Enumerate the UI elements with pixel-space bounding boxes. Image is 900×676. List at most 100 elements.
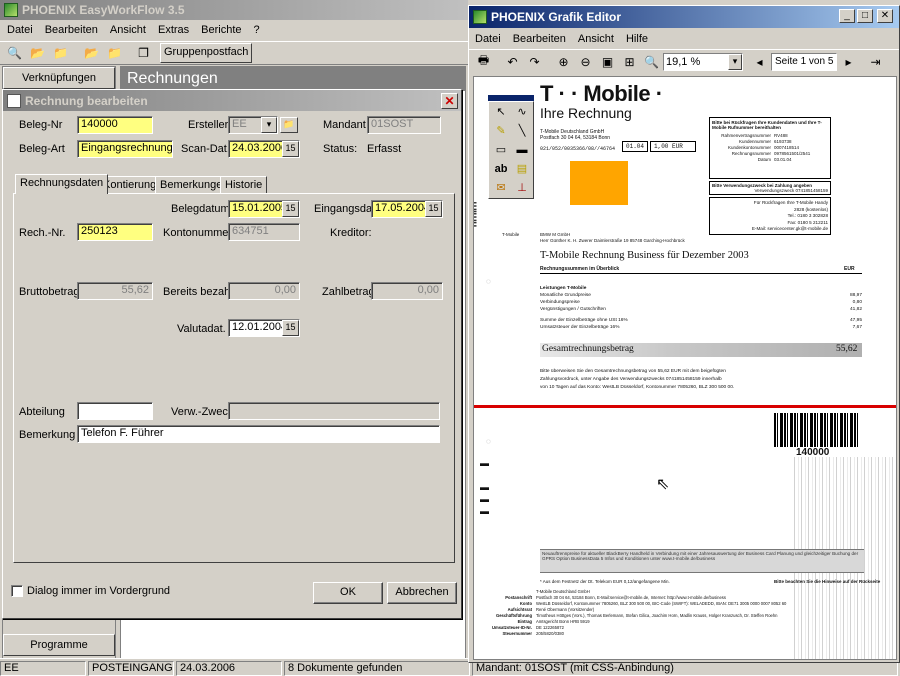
invoice-line-amount: 41,82 <box>849 307 862 312</box>
zoom-select-icon[interactable]: 🔍 <box>641 52 662 71</box>
document-canvas[interactable]: ↖ ∿ ✎ ╲ ▭ ▬ ab ▤ ✉ ⊥ T · · Mobile · Ihre… <box>473 76 897 660</box>
next-page-icon[interactable]: ▸ <box>838 52 859 71</box>
brutto-field[interactable]: 55,62 <box>77 282 153 300</box>
zoom-select[interactable]: 19,1 % ▾ <box>663 52 743 71</box>
abteilung-label: Abteilung <box>19 406 65 418</box>
main-titlebar[interactable]: PHOENIX EasyWorkFlow 3.5 <box>0 0 468 20</box>
recipient-label: T-Mobile <box>502 232 520 237</box>
page-indicator[interactable]: Seite 1 von 5 <box>771 52 837 71</box>
pointer-tool-icon[interactable]: ↖ <box>491 104 511 122</box>
sidebar-header-verknuepfungen[interactable]: Verknüpfungen <box>3 67 115 89</box>
menu-help[interactable]: ? <box>248 24 266 36</box>
minimize-icon[interactable]: _ <box>839 9 855 23</box>
dialog-titlebar[interactable]: Rechnung bearbeiten <box>3 90 461 111</box>
redo-icon[interactable]: ↷ <box>524 52 545 71</box>
open-folder-icon[interactable]: 📂 <box>27 44 48 63</box>
eingangsdat-label: Eingangsdat. <box>314 203 379 215</box>
fit-width-icon[interactable]: ⊞ <box>619 52 640 71</box>
undo-icon[interactable]: ↶ <box>502 52 523 71</box>
menu-berichte[interactable]: Berichte <box>195 24 247 36</box>
exit-editor-icon[interactable]: ⇥ <box>865 52 886 71</box>
note-tool-icon[interactable]: ▤ <box>512 161 532 179</box>
invoice-sender-address: Postfach 30 04 64, 53184 Bonn <box>540 135 611 141</box>
invoice-line: Verbindungspreise 0,80 <box>540 299 862 306</box>
invoice-lines: Leistungen T-Mobile Monatliche Grundpreis… <box>540 285 862 331</box>
sidebar-footer-programme[interactable]: Programme <box>3 634 115 656</box>
mandant-field[interactable]: 01SOST <box>367 116 441 134</box>
fit-page-icon[interactable]: ▣ <box>597 52 618 71</box>
editor-menu-bearbeiten[interactable]: Bearbeiten <box>507 33 572 45</box>
zahlbetrag-field[interactable]: 0,00 <box>371 282 443 300</box>
stamp-tool-icon[interactable]: ⊥ <box>512 180 532 198</box>
belegdatum-calendar-icon[interactable]: 15 <box>282 201 299 217</box>
summary-currency: EUR <box>844 266 855 272</box>
rech-nr-field[interactable]: 250123 <box>77 223 153 241</box>
image-tool-icon[interactable]: ✉ <box>491 180 511 198</box>
rectangle-tool-icon[interactable]: ▭ <box>491 142 511 160</box>
editor-app-icon <box>473 10 487 24</box>
line-tool-icon[interactable]: ╲ <box>512 123 532 141</box>
beleg-nr-label: Beleg-Nr <box>19 119 63 131</box>
menu-bearbeiten[interactable]: Bearbeiten <box>39 24 104 36</box>
beleg-art-field[interactable]: Eingangsrechnung <box>77 140 173 158</box>
tab-rechnungsdaten[interactable]: Rechnungsdaten <box>15 174 109 194</box>
group-mailbox-button[interactable]: Gruppenpostfach <box>160 43 253 63</box>
bemerkung-field[interactable]: Telefon F. Führer <box>77 425 440 443</box>
editor-menu-ansicht[interactable]: Ansicht <box>572 33 620 45</box>
info-box-title: Bitte bei Rückfragen Ihre Kundendaten un… <box>712 120 822 130</box>
orange-annotation-box[interactable] <box>570 161 628 205</box>
dialog-close-button[interactable]: ✕ <box>441 93 458 109</box>
freehand-tool-icon[interactable]: ∿ <box>512 104 532 122</box>
ersteller-folder-icon[interactable]: 📁 <box>280 117 298 133</box>
tab-historie[interactable]: Historie <box>220 176 268 194</box>
kontonummer-field[interactable]: 634751 <box>228 223 300 241</box>
menu-datei[interactable]: Datei <box>1 24 39 36</box>
editor-menu-hilfe[interactable]: Hilfe <box>620 33 654 45</box>
close-icon[interactable]: ✕ <box>877 9 893 23</box>
maximize-icon[interactable]: □ <box>857 9 873 23</box>
invoice-line-amount: 47,95 <box>849 318 862 323</box>
eingangsdat-calendar-icon[interactable]: 15 <box>425 201 442 217</box>
tab-panel <box>13 193 455 563</box>
cancel-button[interactable]: Abbrechen <box>387 582 457 604</box>
zoom-out-icon[interactable]: ⊖ <box>575 52 596 71</box>
menu-extras[interactable]: Extras <box>152 24 195 36</box>
status-doc-count: 8 Dokumente gefunden <box>284 661 470 676</box>
status-mandant: Mandant: 01SOST (mit CSS-Anbindung) <box>472 661 898 676</box>
recipient-contact: Herr Günther K. H. Zwerer Daimlerstraße … <box>540 238 685 243</box>
verw-zweck-field[interactable] <box>228 402 440 420</box>
zoom-value: 19,1 % <box>666 55 701 68</box>
prev-page-icon[interactable]: ◂ <box>749 52 770 71</box>
menu-ansicht[interactable]: Ansicht <box>104 24 152 36</box>
search-icon[interactable]: 🔍 <box>4 44 25 63</box>
folder-send-icon[interactable]: 📂 <box>81 44 102 63</box>
filled-rectangle-tool-icon[interactable]: ▬ <box>512 142 532 160</box>
zoom-dropdown-chevron-icon[interactable]: ▾ <box>728 53 742 70</box>
scan-dat-calendar-icon[interactable]: 15 <box>282 141 299 157</box>
ok-button[interactable]: OK <box>313 582 383 604</box>
invoice-line: Umsatzsteuer der Einzelbeträge 16% 7,67 <box>540 324 862 331</box>
bezahlt-field[interactable]: 0,00 <box>228 282 300 300</box>
print-icon[interactable]: 🖶 <box>473 52 494 71</box>
dialog-icon <box>7 93 21 108</box>
palette-handle[interactable] <box>488 95 534 101</box>
folder-receive-icon[interactable]: 📁 <box>104 44 125 63</box>
editor-titlebar[interactable]: PHOENIX Grafik Editor <box>469 6 899 28</box>
ersteller-dropdown-chevron-icon[interactable]: ▾ <box>261 117 277 133</box>
payment-text-line: Bitte überweisen Sie den Gesamtrechnungs… <box>540 369 726 374</box>
invoice-line-label: Leistungen T-Mobile <box>540 286 587 291</box>
abteilung-field[interactable] <box>77 402 153 420</box>
copy-doc-icon[interactable]: ❐ <box>133 44 154 63</box>
editor-window-controls: _ □ ✕ <box>839 9 893 23</box>
kreditor-label: Kreditor: <box>330 227 372 239</box>
phoenix-app-icon <box>4 3 18 17</box>
highlighter-tool-icon[interactable]: ✎ <box>491 123 511 141</box>
valutadat-calendar-icon[interactable]: 15 <box>282 320 299 336</box>
beleg-nr-field[interactable]: 140000 <box>77 116 153 134</box>
promo-box: Neuauftrennpreise für aktueller BlackBer… <box>540 549 864 573</box>
folder-star-icon[interactable]: 📁 <box>50 44 71 63</box>
always-on-top-checkbox[interactable] <box>11 585 23 597</box>
text-tool-icon[interactable]: ab <box>491 161 511 179</box>
zoom-in-icon[interactable]: ⊕ <box>553 52 574 71</box>
editor-menu-datei[interactable]: Datei <box>469 33 507 45</box>
